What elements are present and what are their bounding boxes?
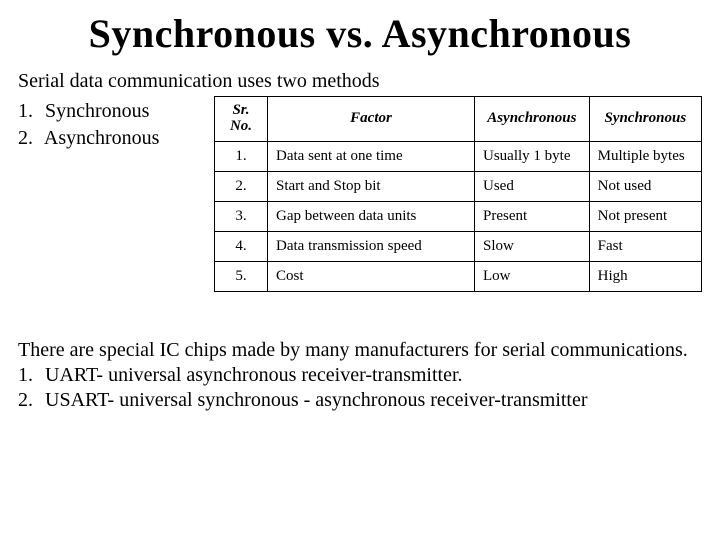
table-row: 3. Gap between data units Present Not pr… [215,201,702,231]
cell-factor: Gap between data units [268,201,475,231]
list-number: 2. [18,388,40,413]
slide: Synchronous vs. Asynchronous Serial data… [0,0,720,540]
cell-factor: Data sent at one time [268,141,475,171]
cell-sync: Not present [589,201,701,231]
cell-async: Low [475,261,590,291]
comparison-table: Sr. No. Factor Asynchronous Synchronous … [214,96,702,292]
list-number: 1. [18,363,40,388]
cell-async: Used [475,171,590,201]
cell-sync: Multiple bytes [589,141,701,171]
cell-sync: Fast [589,231,701,261]
cell-sr: 3. [215,201,268,231]
list-item: 1. Synchronous [18,98,208,125]
list-number: 2. [18,125,40,152]
table-header-row: Sr. No. Factor Asynchronous Synchronous [215,97,702,142]
table-row: 2. Start and Stop bit Used Not used [215,171,702,201]
cell-sync: Not used [589,171,701,201]
cell-factor: Data transmission speed [268,231,475,261]
list-number: 1. [18,98,40,125]
list-item: 2. USART- universal synchronous - asynch… [18,388,702,413]
list-label: UART- universal asynchronous receiver-tr… [45,364,463,386]
cell-sr: 1. [215,141,268,171]
header-sr-text: Sr. No. [230,102,252,134]
cell-sync: High [589,261,701,291]
cell-sr: 5. [215,261,268,291]
list-label: Synchronous [45,100,149,122]
table-row: 4. Data transmission speed Slow Fast [215,231,702,261]
cell-async: Usually 1 byte [475,141,590,171]
list-item: 2. Asynchronous [18,125,208,152]
cell-factor: Cost [268,261,475,291]
list-label: USART- universal synchronous - asynchron… [45,389,588,411]
cell-factor: Start and Stop bit [268,171,475,201]
cell-sr: 2. [215,171,268,201]
cell-async: Slow [475,231,590,261]
page-title: Synchronous vs. Asynchronous [18,10,702,57]
cell-sr: 4. [215,231,268,261]
list-item: 1. UART- universal asynchronous receiver… [18,363,702,388]
methods-list: 1. Synchronous 2. Asynchronous [18,98,208,152]
comparison-table-wrap: Sr. No. Factor Asynchronous Synchronous … [214,96,702,292]
list-label: Asynchronous [44,127,160,149]
table-row: 5. Cost Low High [215,261,702,291]
content-row: 1. Synchronous 2. Asynchronous Sr. No. F… [18,98,702,292]
table-row: 1. Data sent at one time Usually 1 byte … [215,141,702,171]
outro-block: There are special IC chips made by many … [18,338,702,413]
outro-intro: There are special IC chips made by many … [18,338,702,363]
header-factor: Factor [268,97,475,142]
header-sr: Sr. No. [215,97,268,142]
header-async: Asynchronous [475,97,590,142]
header-sync: Synchronous [589,97,701,142]
intro-text: Serial data communication uses two metho… [18,69,702,94]
cell-async: Present [475,201,590,231]
